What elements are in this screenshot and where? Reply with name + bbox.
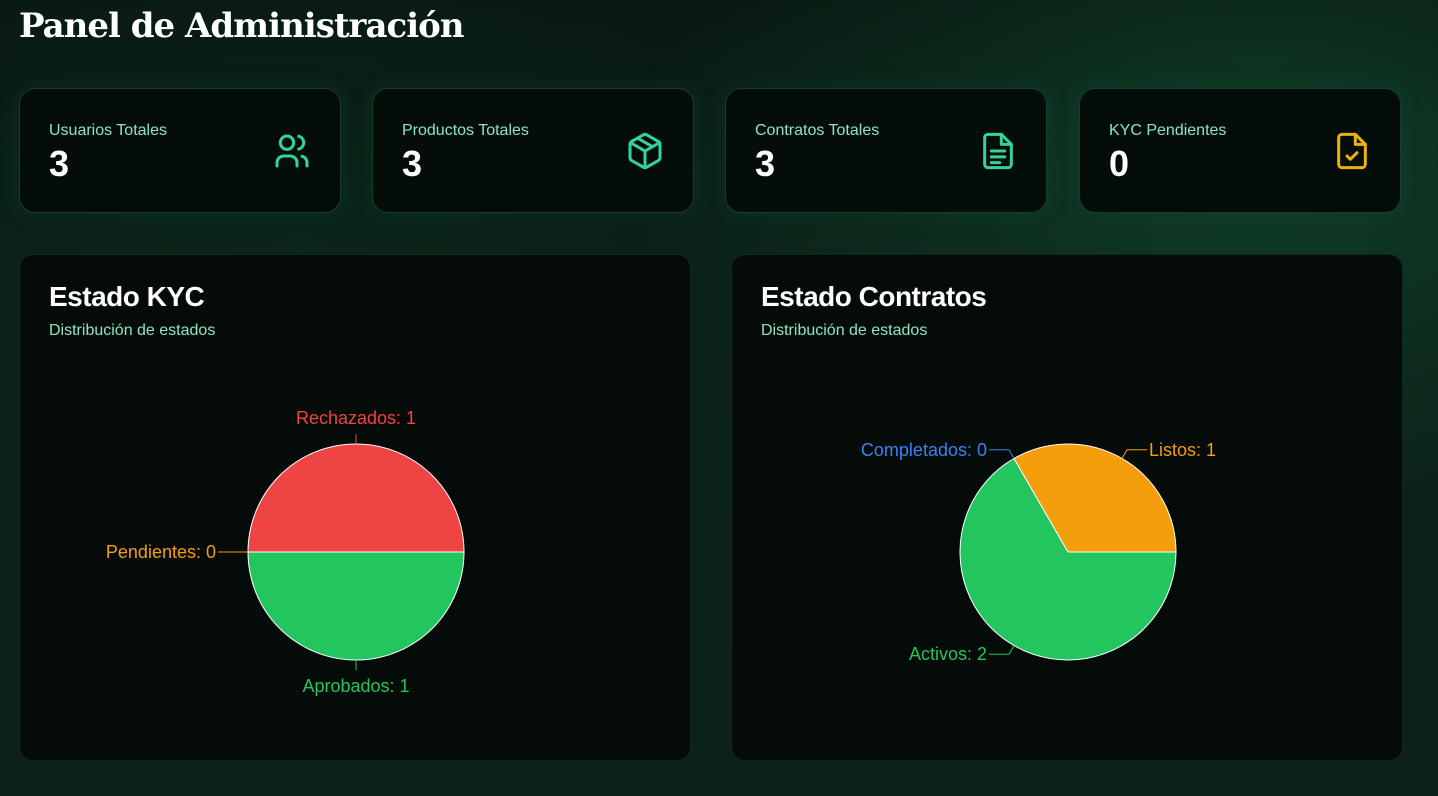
- stat-value: 3: [402, 143, 423, 184]
- stat-label: KYC Pendientes: [1109, 122, 1227, 139]
- stat-card-kyc-pendientes: KYC Pendientes 0: [1079, 88, 1401, 213]
- pie-label-activos: Activos: 2: [909, 644, 987, 664]
- pie-label-completados: Completados: 0: [861, 440, 987, 460]
- users-icon: [275, 134, 309, 168]
- stat-value: 0: [1109, 143, 1130, 184]
- file-check-icon: [1337, 132, 1367, 170]
- stat-card-productos: Productos Totales 3: [372, 88, 694, 213]
- pie-slice-aprobados[interactable]: [247, 551, 465, 661]
- stat-value: 3: [49, 143, 70, 184]
- kyc-pie-chart: Aprobados: 1 Pendientes: 0 Rechazados: 1: [106, 408, 465, 696]
- pie-label-line-completados: [989, 449, 1015, 459]
- pie-label-aprobados: Aprobados: 1: [302, 676, 409, 696]
- page-title: Panel de Administración: [19, 6, 465, 46]
- pie-label-line-activos: [989, 645, 1015, 655]
- contracts-chart-card: Estado Contratos Distribución de estados…: [731, 254, 1403, 761]
- pie-label-pendientes: Pendientes: 0: [106, 542, 216, 562]
- stat-card-contratos: Contratos Totales 3: [725, 88, 1047, 213]
- kyc-chart-card: Estado KYC Distribución de estados Aprob…: [19, 254, 691, 761]
- contracts-pie-chart: Activos: 2 Completados: 0 Listos: 1: [861, 440, 1216, 664]
- pie-label-listos: Listos: 1: [1149, 440, 1216, 460]
- package-icon: [628, 132, 662, 170]
- pie-label-line-listos: [1121, 449, 1147, 459]
- stat-label: Productos Totales: [402, 122, 529, 139]
- stat-label: Usuarios Totales: [49, 122, 167, 139]
- stat-value: 3: [755, 143, 776, 184]
- pie-slice-rechazados[interactable]: [247, 443, 465, 553]
- document-icon: [983, 132, 1013, 170]
- pie-label-rechazados: Rechazados: 1: [296, 408, 416, 428]
- stat-card-usuarios: Usuarios Totales 3: [19, 88, 341, 213]
- stat-label: Contratos Totales: [755, 122, 880, 139]
